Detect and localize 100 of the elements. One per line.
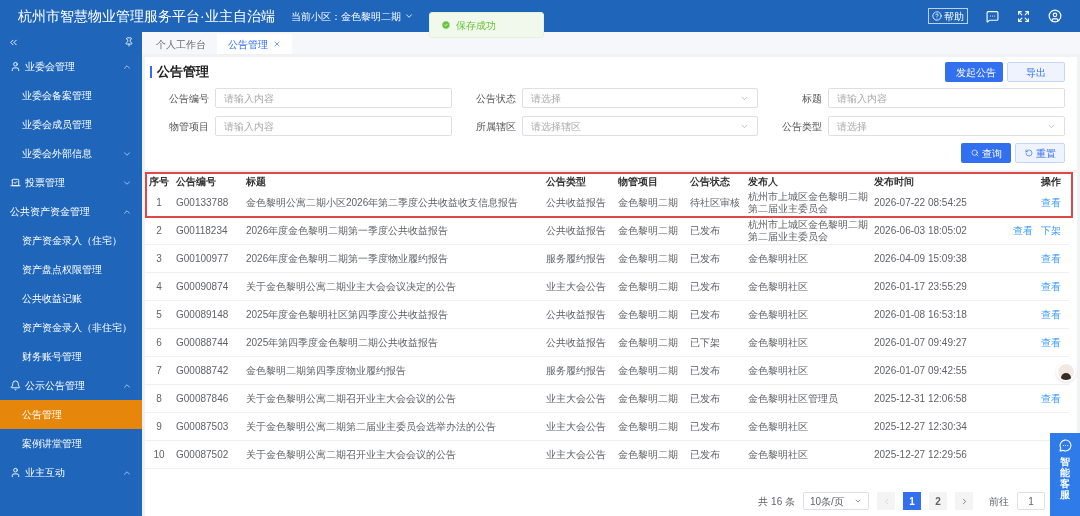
table-cell-text: 已发布 xyxy=(689,280,721,293)
message-icon[interactable] xyxy=(986,9,999,23)
action-link[interactable]: 查看 xyxy=(1013,223,1033,238)
input-field[interactable]: 请输入内容 xyxy=(828,88,1065,108)
page-tab[interactable]: 公告管理 xyxy=(217,34,292,54)
table-cell-text: 杭州市上城区金色黎明二期第二届业主委员会 xyxy=(747,190,869,215)
toolbar-button[interactable]: 发起公告 xyxy=(945,62,1003,82)
table-cell-text: 金色黎明社区 xyxy=(747,252,809,265)
table-cell-text: 8 xyxy=(155,392,163,405)
table-cell-text: G00087503 xyxy=(175,420,230,433)
table-cell-text: 已发布 xyxy=(689,224,721,237)
input-field[interactable]: 请输入内容 xyxy=(215,116,452,136)
action-link[interactable]: 下架 xyxy=(1041,223,1061,238)
menu-item[interactable]: 资产资金录入（住宅） xyxy=(0,226,142,255)
table-cell-text: 2026-07-22 08:54:25 xyxy=(873,196,968,209)
column-header: 发布时间 xyxy=(873,174,915,189)
chat-icon xyxy=(1058,439,1072,452)
table-cell-text: 2025-12-27 12:30:34 xyxy=(873,420,968,433)
menu-group[interactable]: 业委会管理 xyxy=(0,52,142,81)
search-button[interactable]: 查询 xyxy=(961,143,1011,163)
table-cell-text: 2026-01-07 09:42:55 xyxy=(873,364,968,377)
table-cell-text: 金色黎明社区 xyxy=(747,280,809,293)
table-cell-text: 业主大会公告 xyxy=(545,280,607,293)
page-input[interactable]: 1 xyxy=(1017,492,1045,510)
fullscreen-icon[interactable] xyxy=(1017,9,1030,23)
help-button[interactable]: 帮助 xyxy=(928,8,968,24)
success-toast: 保存成功 xyxy=(429,12,544,38)
table-cell-text: 2026-01-17 23:55:29 xyxy=(873,280,968,293)
menu-item[interactable]: 财务账号管理 xyxy=(0,342,142,371)
filter-label: 标题 xyxy=(801,91,824,106)
user-icon xyxy=(10,467,21,478)
table-cell-text: 业主大会公告 xyxy=(545,392,607,405)
table-cell-text: 金色黎明二期 xyxy=(617,252,679,265)
column-header: 标题 xyxy=(245,174,267,189)
help-icon xyxy=(932,11,942,21)
menu-item[interactable]: 案例讲堂管理 xyxy=(0,429,142,458)
goto-label: 前往 xyxy=(989,494,1009,509)
reset-button[interactable]: 重置 xyxy=(1015,143,1065,163)
table-cell-text: 2026年度金色黎明二期第一季度公共收益报告 xyxy=(245,224,450,237)
table-cell-text: 2025-12-31 12:06:58 xyxy=(873,392,968,405)
column-header: 序号 xyxy=(148,174,170,189)
table-cell-text: 公共收益报告 xyxy=(545,224,607,237)
table-cell-text: 关于金色黎明公寓二期第二届业主委员会选举办法的公告 xyxy=(245,420,497,433)
menu-group[interactable]: 投票管理 xyxy=(0,168,142,197)
total-count: 共 16 条 xyxy=(758,494,795,509)
table-cell-text: 服务履约报告 xyxy=(545,364,607,377)
menu-item[interactable]: 业委会成员管理 xyxy=(0,110,142,139)
table-cell-text: 金色黎明社区 xyxy=(747,448,809,461)
service-widget[interactable]: 智能客服 xyxy=(1050,433,1080,516)
table-cell-text: 金色黎明二期 xyxy=(617,196,679,209)
action-link[interactable]: 查看 xyxy=(1041,251,1061,266)
table-cell-text: 待社区审核 xyxy=(689,196,741,209)
menu-group[interactable]: 业主互动 xyxy=(0,458,142,487)
table-cell-text: 金色黎明社区 xyxy=(747,420,809,433)
column-header: 物管项目 xyxy=(617,174,659,189)
table-cell-text: 已发布 xyxy=(689,308,721,321)
check-icon xyxy=(441,20,451,30)
menu-item[interactable]: 公共收益记账 xyxy=(0,284,142,313)
input-field[interactable]: 请输入内容 xyxy=(215,88,452,108)
table-cell-text: 金色黎明二期第四季度物业履约报告 xyxy=(245,364,407,377)
column-header: 操作 xyxy=(1040,174,1062,189)
table-cell-text: 6 xyxy=(155,336,163,349)
action-link[interactable]: 查看 xyxy=(1041,195,1061,210)
table-cell-text: 已发布 xyxy=(689,448,721,461)
page-tab[interactable]: 个人工作台 xyxy=(145,34,217,54)
menu-item[interactable]: 业委会外部信息 xyxy=(0,139,142,168)
table-cell-text: 9 xyxy=(155,420,163,433)
table-cell-text: 金色黎明社区管理员 xyxy=(747,392,839,405)
menu-group[interactable]: 公共资产资金管理 xyxy=(0,197,142,226)
toolbar-button[interactable]: 导出 xyxy=(1007,62,1065,82)
menu-group[interactable]: 公示公告管理 xyxy=(0,371,142,400)
menu-item[interactable]: 业委会备案管理 xyxy=(0,81,142,110)
page-button[interactable]: 2 xyxy=(929,492,947,510)
caret-icon xyxy=(403,11,414,21)
table-cell-text: G00088742 xyxy=(175,364,230,377)
table-cell-text: 2025年度金色黎明社区第四季度公共收益报告 xyxy=(245,308,450,321)
table-cell-text: 业主大会公告 xyxy=(545,448,607,461)
action-link[interactable]: 查看 xyxy=(1041,335,1061,350)
caret-icon xyxy=(854,497,862,505)
filter-label: 公告编号 xyxy=(168,91,210,106)
action-link[interactable]: 查看 xyxy=(1041,307,1061,322)
community-selector[interactable]: 当前小区：金色黎明二期 xyxy=(290,8,414,24)
pin-icon[interactable] xyxy=(124,37,134,47)
table-cell-text: G00087502 xyxy=(175,448,230,461)
table-cell-text: 金色黎明二期 xyxy=(617,364,679,377)
page-button[interactable]: 1 xyxy=(903,492,921,510)
menu-item[interactable]: 资产资金录入（非住宅） xyxy=(0,313,142,342)
table-cell-text: 金色黎明二期 xyxy=(617,280,679,293)
table-cell-text: 已发布 xyxy=(689,420,721,433)
table-cell-text: 金色黎明二期 xyxy=(617,420,679,433)
action-link[interactable]: 查看 xyxy=(1041,391,1061,406)
table-cell-text: 杭州市上城区金色黎明二期第二届业主委员会 xyxy=(747,218,869,243)
action-link[interactable]: 查看 xyxy=(1041,279,1061,294)
filter-label: 所属辖区 xyxy=(474,119,517,134)
page-size-select[interactable]: 10条/页 xyxy=(803,492,869,510)
search-icon xyxy=(970,149,979,157)
user-icon[interactable] xyxy=(1048,9,1062,23)
table-cell-text: 已下架 xyxy=(689,336,721,349)
menu-item[interactable]: 资产盘点权限管理 xyxy=(0,255,142,284)
close-icon[interactable] xyxy=(273,40,281,48)
